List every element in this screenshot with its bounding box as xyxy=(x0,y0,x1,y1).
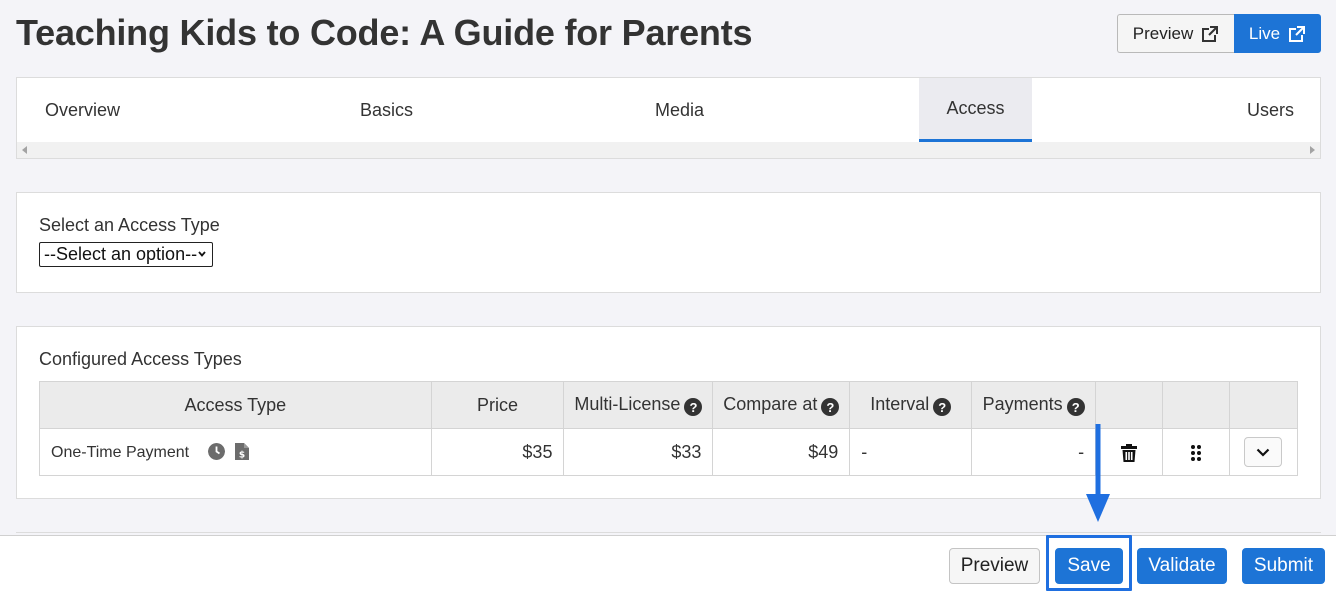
tab-overview[interactable]: Overview xyxy=(45,78,120,142)
column-header-empty xyxy=(1162,381,1230,429)
configured-access-label: Configured Access Types xyxy=(39,349,242,369)
drag-cell xyxy=(1162,428,1230,476)
table-row: One-Time Payment $ $35 $33 $49 - - xyxy=(39,428,1299,476)
help-icon[interactable]: ? xyxy=(821,398,840,417)
column-header-empty xyxy=(1228,381,1299,429)
tab-access[interactable]: Access xyxy=(919,78,1032,142)
tab-label: Basics xyxy=(360,99,414,120)
multi-license-cell: $33 xyxy=(563,428,714,476)
chevron-down-icon xyxy=(198,251,206,257)
bottom-action-bar: Preview Save Validate Submit xyxy=(0,535,1336,592)
column-header: Price xyxy=(430,381,565,429)
access-type-cell: One-Time Payment $ xyxy=(39,428,432,476)
top-preview-label: Preview xyxy=(1132,23,1194,43)
top-live-label: Live xyxy=(1248,23,1281,43)
validate-button[interactable]: Validate xyxy=(1137,548,1227,584)
tab-users[interactable]: Users xyxy=(1247,78,1294,142)
external-link-icon xyxy=(1289,25,1306,42)
column-header: Interval? xyxy=(849,381,973,429)
top-preview-button[interactable]: Preview xyxy=(1117,14,1234,53)
tabs-container: Overview Basics Media Access Users xyxy=(16,77,1321,159)
external-link-icon xyxy=(1202,25,1219,42)
payments-cell: - xyxy=(971,428,1097,476)
tabs-scrollbar[interactable] xyxy=(17,142,1320,158)
tab-media[interactable]: Media xyxy=(655,78,704,142)
save-button[interactable]: Save xyxy=(1055,548,1123,584)
access-type-name: One-Time Payment xyxy=(51,443,190,461)
price-cell: $35 xyxy=(430,428,565,476)
column-header: Payments? xyxy=(971,381,1097,429)
svg-text:$: $ xyxy=(239,450,245,460)
interval-cell: - xyxy=(849,428,973,476)
help-icon[interactable]: ? xyxy=(1066,398,1085,417)
expand-row-button[interactable] xyxy=(1244,437,1283,467)
expand-cell xyxy=(1228,428,1299,476)
tab-label: Access xyxy=(946,98,1005,118)
access-type-select-label: Select an Access Type xyxy=(39,215,220,235)
scroll-left-icon[interactable] xyxy=(22,146,27,154)
page-title: Teaching Kids to Code: A Guide for Paren… xyxy=(16,12,753,53)
tab-basics[interactable]: Basics xyxy=(360,78,413,142)
access-type-select-card: Select an Access Type --Select an option… xyxy=(16,192,1321,293)
delete-cell xyxy=(1095,428,1164,476)
chevron-down-icon xyxy=(1257,448,1270,457)
invoice-icon: $ xyxy=(235,442,250,460)
compare-at-cell: $49 xyxy=(712,428,851,476)
help-icon[interactable]: ? xyxy=(684,398,703,417)
help-icon[interactable]: ? xyxy=(933,398,952,417)
column-header: Access Type xyxy=(39,381,432,429)
tab-label: Users xyxy=(1247,99,1295,120)
access-types-table: Access Type Price Multi-License? Compare… xyxy=(39,381,1299,476)
tab-list: Overview Basics Media Access Users xyxy=(17,78,1320,142)
top-live-button[interactable]: Live xyxy=(1234,14,1321,53)
column-header-empty xyxy=(1095,381,1164,429)
configured-access-card: Configured Access Types Access Type Pric… xyxy=(16,326,1321,499)
clock-icon xyxy=(207,442,225,460)
column-header: Multi-License? xyxy=(563,381,714,429)
trash-icon[interactable] xyxy=(1121,443,1138,462)
drag-handle-icon[interactable] xyxy=(1191,444,1202,461)
access-type-select-value: --Select an option-- xyxy=(44,244,198,264)
submit-button[interactable]: Submit xyxy=(1242,548,1325,584)
table-header-row: Access Type Price Multi-License? Compare… xyxy=(39,381,1299,429)
scroll-right-icon[interactable] xyxy=(1310,146,1315,154)
tab-label: Overview xyxy=(45,99,121,120)
preview-button[interactable]: Preview xyxy=(949,548,1040,584)
tab-label: Media xyxy=(655,99,705,120)
access-type-select[interactable]: --Select an option-- xyxy=(39,242,213,267)
column-header: Compare at? xyxy=(712,381,851,429)
top-actions: Preview Live xyxy=(1117,14,1321,53)
